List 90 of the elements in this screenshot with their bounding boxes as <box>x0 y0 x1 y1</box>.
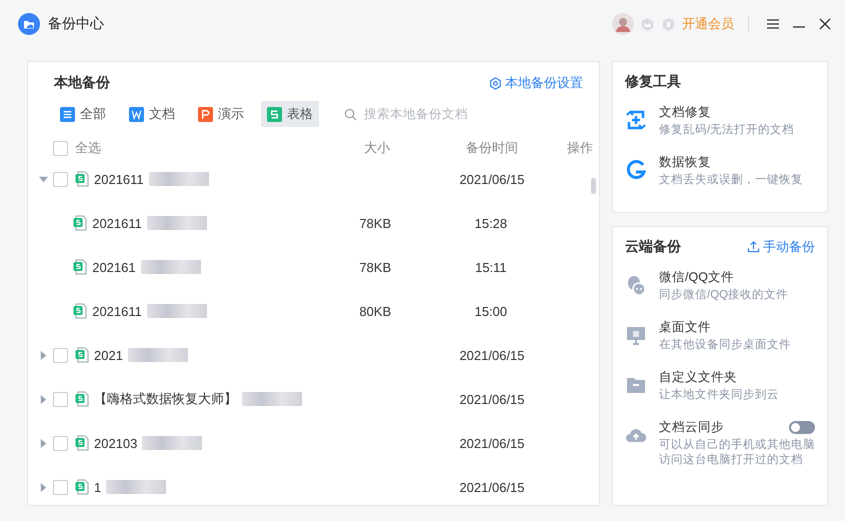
recovery-icon[interactable] <box>625 158 647 181</box>
manual-backup-link[interactable]: 手动备份 <box>747 238 815 256</box>
filter-tab[interactable]: 演示 <box>192 101 250 127</box>
backup-option-title[interactable]: 桌面文件 <box>659 318 711 336</box>
file-name: 【嗨格式数据恢复大师】 <box>94 390 237 408</box>
row-checkbox[interactable] <box>53 348 68 362</box>
expand-caret-icon[interactable] <box>39 174 48 184</box>
section-title: 云端备份 <box>625 238 681 256</box>
file-type-icon <box>267 106 282 122</box>
spreadsheet-file-icon <box>75 347 89 363</box>
row-checkbox[interactable] <box>53 392 68 406</box>
close-icon[interactable] <box>819 18 831 30</box>
section-title: 修复工具 <box>625 73 681 91</box>
backup-option-description: 同步微信/QQ接收的文件 <box>659 288 790 303</box>
file-size: 78KB <box>358 260 392 274</box>
backup-time: 15:00 <box>474 304 508 318</box>
row-checkbox[interactable] <box>53 480 68 494</box>
section-title: 本地备份 <box>54 74 110 92</box>
backup-time: 2021/06/15 <box>458 480 526 494</box>
blurred-text <box>128 348 188 362</box>
file-name: 2021611 <box>92 216 142 230</box>
backup-option-description: 可以从自己的手机或其他电脑访问这台电脑打开过的文档 <box>659 438 815 468</box>
column-header: 操作 <box>566 139 594 157</box>
file-name: 2021 <box>94 348 123 362</box>
file-type-icon <box>198 106 213 122</box>
menu-icon[interactable] <box>767 18 779 30</box>
column-header: 大小 <box>363 139 391 157</box>
window-title: 备份中心 <box>48 15 104 33</box>
backup-time: 2021/06/15 <box>458 348 526 362</box>
backup-settings-link[interactable]: 本地备份设置 <box>489 74 583 92</box>
spreadsheet-file-icon <box>73 215 88 231</box>
file-type-icon <box>60 106 75 122</box>
file-name: 2021611 <box>94 172 144 186</box>
sync-toggle[interactable] <box>789 420 815 434</box>
settings-icon <box>489 76 502 90</box>
blurred-text <box>106 480 166 494</box>
filter-tab[interactable]: 表格 <box>261 101 319 127</box>
file-name: 2021611 <box>92 304 142 318</box>
backup-time: 15:28 <box>474 216 508 230</box>
backup-option-title[interactable]: 微信/QQ文件 <box>659 268 734 286</box>
backup-time: 2021/06/15 <box>458 392 526 406</box>
backup-time: 2021/06/15 <box>458 172 526 186</box>
backup-option-title[interactable]: 文档云同步 <box>659 418 724 436</box>
blurred-text <box>242 392 302 406</box>
expand-caret-icon[interactable] <box>39 482 48 492</box>
filter-tab[interactable]: 全部 <box>54 101 112 127</box>
row-checkbox[interactable] <box>53 172 68 186</box>
spreadsheet-file-icon <box>73 259 88 275</box>
tool-description: 文档丢失或误删，一键恢复 <box>659 172 804 188</box>
tool-title[interactable]: 数据恢复 <box>659 154 815 171</box>
file-name: 1 <box>94 480 102 494</box>
file-size: 78KB <box>358 216 392 230</box>
expand-caret-icon[interactable] <box>39 394 48 404</box>
column-header: 备份时间 <box>465 139 519 157</box>
expand-caret-icon[interactable] <box>39 350 48 360</box>
file-name: 202103 <box>94 436 138 450</box>
spreadsheet-file-icon <box>75 171 89 187</box>
upload-icon <box>747 240 760 254</box>
blurred-text <box>146 216 207 230</box>
file-name: 202161 <box>92 260 136 274</box>
column-header: 全选 <box>75 139 102 157</box>
blurred-text <box>146 304 207 318</box>
backup-time: 15:11 <box>474 260 508 274</box>
spreadsheet-file-icon <box>75 435 89 451</box>
filter-tab[interactable]: 文档 <box>123 101 181 127</box>
expand-caret-icon[interactable] <box>39 438 48 448</box>
chat-bubbles-icon[interactable] <box>625 274 647 296</box>
avatar-icon[interactable] <box>612 13 634 35</box>
document-repair-icon[interactable] <box>625 109 647 131</box>
backup-time: 2021/06/15 <box>458 436 526 450</box>
file-size: 80KB <box>358 304 392 318</box>
file-type-icon <box>129 106 144 122</box>
tool-title[interactable]: 文档修复 <box>659 104 815 121</box>
blurred-text <box>142 436 202 450</box>
search-icon <box>344 108 357 120</box>
spreadsheet-file-icon <box>75 391 89 407</box>
backup-option-title[interactable]: 自定义文件夹 <box>659 368 737 386</box>
app-logo-icon <box>18 13 40 35</box>
blurred-text <box>148 172 209 186</box>
spreadsheet-file-icon <box>75 479 89 495</box>
scrollbar-thumb[interactable] <box>591 178 596 194</box>
crown-badge-icon <box>640 16 655 32</box>
dollar-badge-icon <box>661 16 676 32</box>
row-checkbox[interactable] <box>53 436 68 450</box>
select-all-checkbox[interactable] <box>53 140 68 156</box>
blurred-text <box>140 260 201 274</box>
backup-option-description: 让本地文件夹同步到云 <box>659 388 780 403</box>
tool-description: 修复乱码/无法打开的文档 <box>659 123 796 138</box>
backup-option-description: 在其他设备同步桌面文件 <box>659 338 792 353</box>
spreadsheet-file-icon <box>73 303 88 319</box>
